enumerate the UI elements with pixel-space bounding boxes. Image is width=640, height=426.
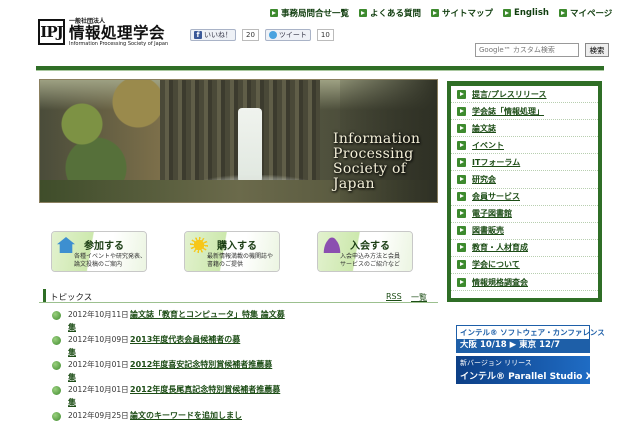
topics-all-link[interactable]: 一覧 [411, 292, 427, 303]
topnav-mypage-link[interactable]: マイページ [558, 7, 612, 19]
arrow-icon [457, 123, 466, 133]
topnav-faq-link[interactable]: よくある質問 [359, 7, 421, 19]
top-navigation: 事務局問合せ一覧 よくある質問 サイトマップ English マイページ [270, 7, 612, 19]
person-icon [323, 237, 341, 253]
topic-link[interactable]: 2012年度喜安記念特別賞候補者推薦募 [130, 359, 272, 371]
tweet-count: 10 [316, 29, 334, 41]
bullet-icon [52, 361, 61, 370]
arrow-icon [270, 9, 278, 17]
side-menu-item[interactable]: 会員サービス [451, 189, 598, 206]
hero-image: Information Processing Society of Japan [39, 79, 438, 203]
logo-english: Information Processing Society of Japan [69, 41, 169, 47]
site-logo[interactable]: IPJ 一般社団法人 情報処理学会 Information Processing… [38, 16, 168, 47]
side-menu-item[interactable]: 提言/プレスリリース [451, 86, 598, 104]
twitter-icon [268, 31, 277, 39]
arrow-icon [359, 9, 368, 17]
topnav-contact-link[interactable]: 事務局問合せ一覧 [270, 7, 349, 19]
search-input[interactable] [475, 43, 579, 57]
hero-title: Information Processing Society of Japan [333, 131, 421, 192]
arrow-icon [558, 9, 567, 17]
bullet-icon [52, 336, 61, 345]
arrow-icon [457, 140, 466, 150]
topics-heading: トピックス [50, 293, 93, 303]
facebook-icon: f [194, 31, 202, 39]
topnav-english-link[interactable]: English [503, 7, 549, 19]
side-menu: 提言/プレスリリース 学会誌「情報処理」 論文誌 イベント ITフォーラム 研究… [447, 81, 602, 302]
side-menu-item[interactable]: 電子図書館 [451, 206, 598, 223]
side-menu-item[interactable]: 図書販売 [451, 223, 598, 240]
topics-header: トピックス RSS 一覧 [39, 289, 438, 303]
purchase-button[interactable]: 購入する 最新情報満載の機関誌や 書籍のご提供 [184, 231, 280, 272]
side-menu-item[interactable]: 情報規格調査会 [451, 274, 598, 292]
intel-parallel-studio-banner[interactable]: 新バージョン リリース インテル® Parallel Studio XE [456, 356, 599, 384]
bullet-icon [52, 412, 61, 421]
arrow-icon [457, 89, 466, 99]
rss-link[interactable]: RSS [386, 292, 402, 301]
arrow-icon [457, 260, 466, 270]
sun-icon [190, 237, 208, 253]
ipsj-logo-icon: IPJ [38, 18, 65, 45]
arrow-icon [457, 277, 466, 287]
topnav-sitemap-link[interactable]: サイトマップ [431, 7, 493, 19]
intel-conference-banner[interactable]: インテル® ソフトウェア・カンファレンス 大阪 10/18 ▶ 東京 12/7 [456, 325, 605, 353]
join-button[interactable]: 入会する 入会申込み方法と会員 サービスのご紹介など [317, 231, 413, 272]
side-menu-item[interactable]: 学会について [451, 257, 598, 275]
bullet-icon [52, 386, 61, 395]
topic-link[interactable]: 2013年度代表会員候補者の募 [130, 334, 240, 346]
side-menu-item[interactable]: 研究会 [451, 171, 598, 189]
side-menu-item[interactable]: ITフォーラム [451, 154, 598, 172]
search-button[interactable]: 検索 [585, 43, 609, 57]
arrow-icon [503, 9, 512, 17]
arrow-icon [457, 243, 466, 253]
side-menu-item[interactable]: 学会誌「情報処理」 [451, 103, 598, 121]
bullet-icon [52, 311, 61, 320]
topic-link[interactable]: 論文のキーワードを追加しまし [130, 410, 242, 422]
facebook-like-button[interactable]: f いいね！ [190, 29, 236, 41]
arrow-icon [457, 157, 466, 167]
header-divider-light [36, 70, 604, 71]
arrow-icon [457, 192, 466, 202]
side-menu-item[interactable]: 論文誌 [451, 120, 598, 138]
logo-title: 情報処理学会 [69, 24, 166, 42]
side-menu-item[interactable]: 教育・人材育成 [451, 240, 598, 257]
search-area: 検索 [475, 43, 609, 57]
arrow-icon [457, 175, 466, 185]
social-buttons: f いいね！ 20 ツイート 10 [190, 29, 334, 41]
side-menu-item[interactable]: イベント [451, 137, 598, 155]
arrow-icon [457, 226, 466, 236]
arrow-icon [431, 9, 440, 17]
tweet-button[interactable]: ツイート [264, 29, 311, 41]
participate-button[interactable]: 参加する 各種イベントや研究発表、 論文投稿のご案内 [51, 231, 147, 272]
topic-link[interactable]: 2012年度長尾真記念特別賞候補者推薦募 [130, 384, 280, 396]
arrow-icon [457, 209, 466, 219]
topic-link[interactable]: 論文誌「教育とコンピュータ」特集 論文募 [130, 309, 285, 321]
arrow-icon [457, 106, 466, 116]
like-count: 20 [242, 29, 259, 41]
